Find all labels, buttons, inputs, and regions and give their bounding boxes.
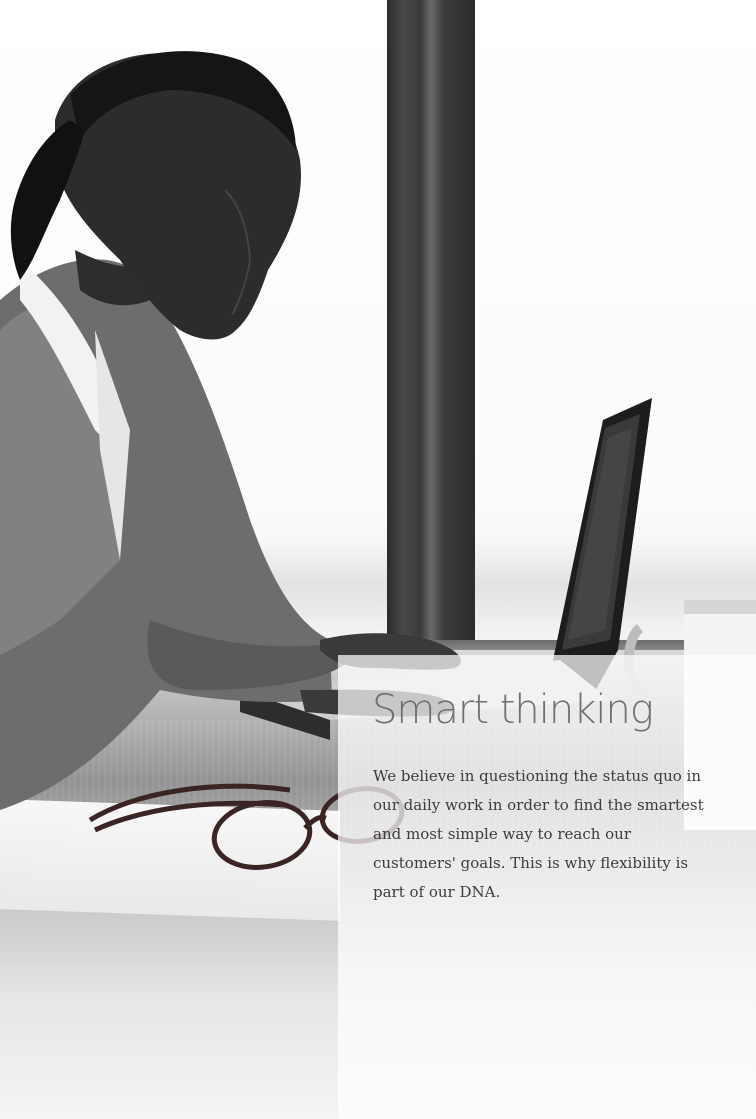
body-paragraph: We believe in questioning the status quo… bbox=[373, 767, 704, 901]
headline: Smart thinking bbox=[372, 687, 654, 733]
brochure-page: Smart thinking We believe in questioning… bbox=[0, 0, 756, 1119]
